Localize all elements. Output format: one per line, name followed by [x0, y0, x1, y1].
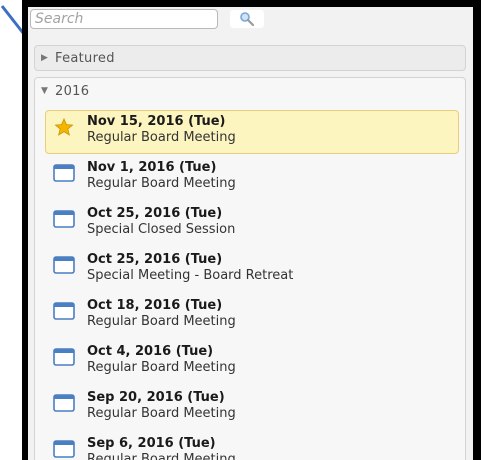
year-section: ▼ 2016 Nov 15, 2016 (Tue) Regular Board … [34, 77, 466, 460]
meeting-title: Special Meeting - Board Retreat [87, 268, 294, 283]
meeting-title: Regular Board Meeting [87, 406, 236, 421]
meeting-item[interactable]: Sep 6, 2016 (Tue) Regular Board Meeting [45, 432, 459, 460]
star-icon [54, 118, 74, 136]
meeting-title: Regular Board Meeting [87, 360, 236, 375]
search-button[interactable] [230, 10, 264, 28]
featured-section[interactable]: ▶ Featured [34, 45, 466, 71]
meeting-date: Oct 25, 2016 (Tue) [87, 252, 223, 267]
calendar-icon [53, 210, 75, 228]
meeting-date: Oct 25, 2016 (Tue) [87, 206, 223, 221]
meeting-item[interactable]: Oct 25, 2016 (Tue) Special Closed Sessio… [45, 202, 459, 248]
search-bar [30, 9, 470, 33]
panel-frame: ▶ Featured ▼ 2016 Nov 15, 2016 (Tue) Reg… [22, 0, 481, 460]
calendar-icon [53, 302, 75, 320]
meeting-title: Special Closed Session [87, 222, 236, 237]
meeting-date: Sep 6, 2016 (Tue) [87, 436, 216, 451]
meeting-date: Oct 18, 2016 (Tue) [87, 298, 223, 313]
year-header[interactable]: ▼ 2016 [35, 78, 465, 104]
calendar-icon [53, 348, 75, 366]
meeting-item[interactable]: Sep 20, 2016 (Tue) Regular Board Meeting [45, 386, 459, 432]
triangle-right-icon: ▶ [41, 53, 48, 63]
meeting-item[interactable]: Oct 18, 2016 (Tue) Regular Board Meeting [45, 294, 459, 340]
meeting-date: Sep 20, 2016 (Tue) [87, 390, 225, 405]
calendar-icon [53, 164, 75, 182]
meeting-title: Regular Board Meeting [87, 130, 236, 145]
calendar-icon [53, 440, 75, 458]
meeting-title: Regular Board Meeting [87, 176, 236, 191]
featured-label: Featured [55, 50, 115, 66]
meeting-item[interactable]: Oct 25, 2016 (Tue) Special Meeting - Boa… [45, 248, 459, 294]
meeting-date: Nov 1, 2016 (Tue) [87, 160, 217, 175]
meeting-list-panel: ▶ Featured ▼ 2016 Nov 15, 2016 (Tue) Reg… [28, 7, 473, 460]
featured-header[interactable]: ▶ Featured [35, 46, 465, 70]
meeting-item[interactable]: Nov 15, 2016 (Tue) Regular Board Meeting [45, 110, 459, 154]
triangle-down-icon: ▼ [41, 86, 48, 96]
meeting-date: Nov 15, 2016 (Tue) [87, 114, 226, 129]
year-label: 2016 [55, 83, 90, 99]
meeting-item[interactable]: Nov 1, 2016 (Tue) Regular Board Meeting [45, 156, 459, 202]
calendar-icon [53, 394, 75, 412]
magnifier-icon [240, 12, 255, 27]
meeting-title: Regular Board Meeting [87, 314, 236, 329]
meeting-item[interactable]: Oct 4, 2016 (Tue) Regular Board Meeting [45, 340, 459, 386]
search-input[interactable] [30, 9, 218, 29]
meeting-date: Oct 4, 2016 (Tue) [87, 344, 214, 359]
meeting-title: Regular Board Meeting [87, 452, 236, 460]
meeting-list: Nov 15, 2016 (Tue) Regular Board Meeting… [45, 110, 459, 460]
calendar-icon [53, 256, 75, 274]
